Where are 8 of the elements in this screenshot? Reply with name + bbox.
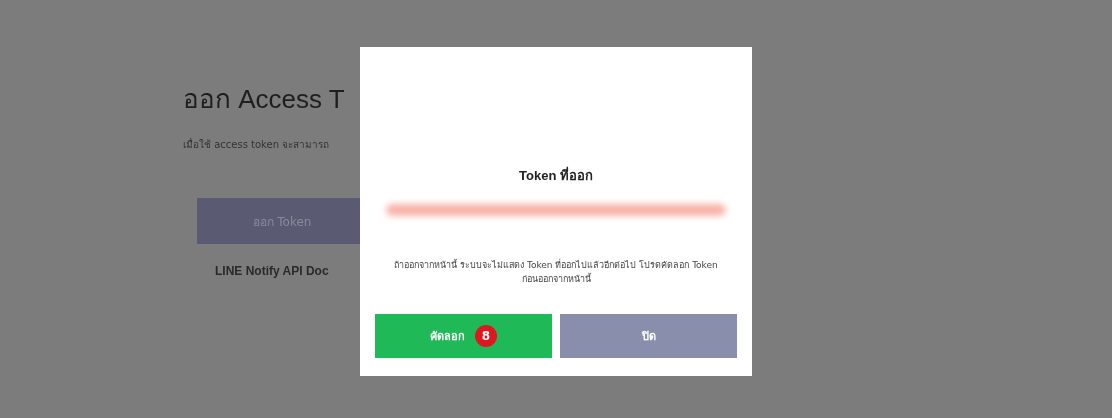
dialog-title: Token ที่ออก (519, 165, 593, 185)
dialog-message: ถ้าออกจากหน้านี้ ระบบจะไม่แสดง Token ที่ออกไปแล้วอีกต่อไป โปรดคัดลอก Token ก่อนออกจากหน้านี้ (393, 258, 719, 286)
step-badge: 8 (475, 325, 497, 347)
close-button[interactable]: ปิด (560, 314, 737, 358)
copy-button[interactable]: คัดลอก 8 (375, 314, 552, 358)
docs-link[interactable]: LINE Notify API Doc (215, 264, 329, 278)
page-heading: ออก Access T (183, 83, 345, 116)
page-description: เมื่อใช้ access token จะสามารถ (183, 137, 330, 152)
